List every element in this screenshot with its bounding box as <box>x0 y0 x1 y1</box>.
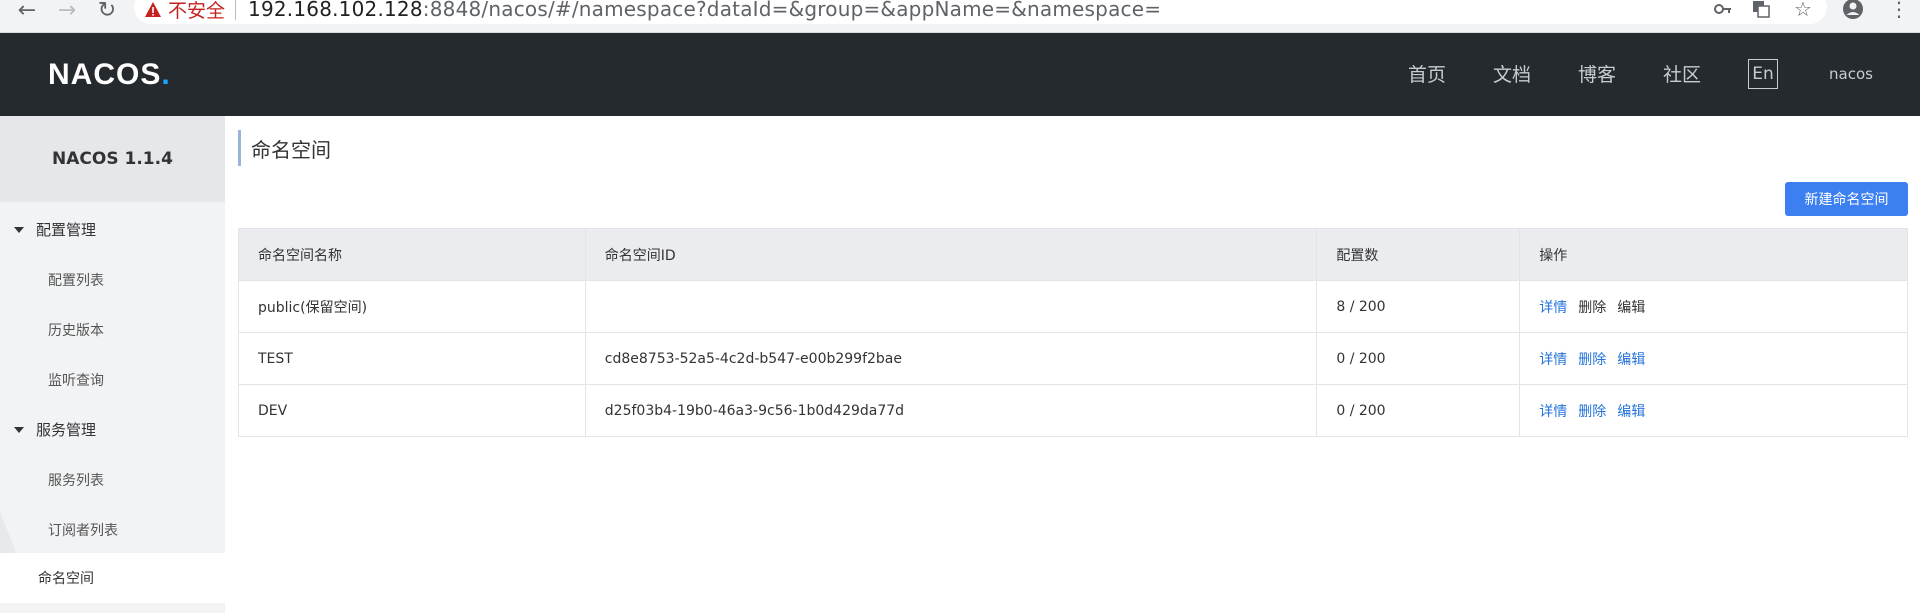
column-header: 命名空间名称 <box>238 228 586 281</box>
nav-community[interactable]: 社区 <box>1663 60 1701 87</box>
row-actions: 详情 删除 编辑 <box>1519 332 1908 385</box>
top-header <box>0 33 1920 116</box>
nacos-logo[interactable]: NACOS. <box>48 58 171 92</box>
column-header: 操作 <box>1519 228 1908 281</box>
column-header: 配置数 <box>1316 228 1521 281</box>
back-icon[interactable]: ← <box>12 0 42 22</box>
forward-icon[interactable]: → <box>52 0 82 22</box>
sidebar-group-label: 配置管理 <box>36 221 97 239</box>
config-count: 8 / 200 <box>1316 280 1521 333</box>
warning-icon <box>144 1 162 19</box>
delete-link[interactable]: 删除 <box>1578 352 1606 368</box>
delete-link[interactable]: 删除 <box>1578 404 1606 420</box>
url-text[interactable]: 192.168.102.128:8848/nacos/#/namespace?d… <box>248 0 1161 21</box>
nav-blog[interactable]: 博客 <box>1578 60 1616 87</box>
namespace-id <box>584 280 1318 333</box>
edit-link: 编辑 <box>1617 299 1646 316</box>
config-count: 0 / 200 <box>1316 332 1521 385</box>
detail-link[interactable]: 详情 <box>1539 404 1567 420</box>
key-icon[interactable] <box>1710 0 1736 20</box>
edit-link[interactable]: 编辑 <box>1617 352 1645 368</box>
browser-toolbar: ← → ↻ 不安全 192.168.102.128:8848/nacos/#/n… <box>0 0 1920 33</box>
table-row: TEST cd8e8753-52a5-4c2d-b547-e00b299f2ba… <box>238 332 1908 385</box>
reload-icon[interactable]: ↻ <box>92 0 122 22</box>
insecure-label: 不安全 <box>168 0 226 22</box>
sidebar: NACOS 1.1.4 配置管理 配置列表 历史版本 监听查询 服务管理 服务列… <box>0 116 225 613</box>
namespace-name: public(保留空间) <box>238 280 586 333</box>
detail-link[interactable]: 详情 <box>1539 352 1567 368</box>
edit-link[interactable]: 编辑 <box>1617 404 1645 420</box>
namespace-table: 命名空间名称 命名空间ID 配置数 操作 public(保留空间) 8 / 20… <box>238 228 1908 437</box>
sidebar-item-label: 命名空间 <box>38 571 94 587</box>
new-namespace-button[interactable]: 新建命名空间 <box>1785 182 1908 216</box>
language-toggle[interactable]: En <box>1748 59 1778 89</box>
sidebar-item-config-list[interactable]: 配置列表 <box>48 270 104 290</box>
column-header: 命名空间ID <box>584 228 1318 281</box>
config-count: 0 / 200 <box>1316 384 1521 437</box>
sidebar-item-history[interactable]: 历史版本 <box>48 320 104 340</box>
sidebar-group-label: 服务管理 <box>36 421 97 439</box>
address-bar[interactable]: 不安全 192.168.102.128:8848/nacos/#/namespa… <box>134 0 1827 24</box>
logo-text: NACOS <box>48 58 162 91</box>
table-header-row: 命名空间名称 命名空间ID 配置数 操作 <box>238 228 1908 281</box>
sidebar-item-subscribers[interactable]: 订阅者列表 <box>48 520 118 540</box>
namespace-id: d25f03b4-19b0-46a3-9c56-1b0d429da77d <box>584 384 1318 437</box>
namespace-name: DEV <box>238 384 586 437</box>
star-icon[interactable]: ☆ <box>1790 0 1816 21</box>
sidebar-item-listener[interactable]: 监听查询 <box>48 370 104 390</box>
namespace-name: TEST <box>238 332 586 385</box>
row-actions: 详情 删除 编辑 <box>1519 280 1908 333</box>
sidebar-group-config[interactable]: 配置管理 <box>14 219 96 240</box>
namespace-id: cd8e8753-52a5-4c2d-b547-e00b299f2bae <box>584 332 1318 385</box>
profile-icon[interactable] <box>1840 0 1866 20</box>
user-name[interactable]: nacos <box>1829 65 1873 83</box>
url-host: 192.168.102.128 <box>248 0 423 21</box>
logo-dot: . <box>161 58 171 91</box>
menu-icon[interactable]: ⋮ <box>1886 0 1912 21</box>
sidebar-title: NACOS 1.1.4 <box>0 116 225 202</box>
nav-home[interactable]: 首页 <box>1408 60 1446 87</box>
sidebar-item-namespace[interactable]: 命名空间 <box>0 553 225 603</box>
nav-docs[interactable]: 文档 <box>1493 60 1531 87</box>
url-path: :8848/nacos/#/namespace?dataId=&group=&a… <box>422 0 1162 21</box>
sidebar-group-service[interactable]: 服务管理 <box>14 419 96 440</box>
table-row: public(保留空间) 8 / 200 详情 删除 编辑 <box>238 280 1908 333</box>
caret-down-icon <box>14 226 24 233</box>
caret-down-icon <box>14 426 24 433</box>
detail-link[interactable]: 详情 <box>1539 300 1567 316</box>
page-title: 命名空间 <box>238 130 331 166</box>
sidebar-item-service-list[interactable]: 服务列表 <box>48 470 104 490</box>
translate-icon[interactable] <box>1748 0 1774 20</box>
address-divider <box>235 0 237 20</box>
delete-link: 删除 <box>1578 299 1607 316</box>
table-row: DEV d25f03b4-19b0-46a3-9c56-1b0d429da77d… <box>238 384 1908 437</box>
row-actions: 详情 删除 编辑 <box>1519 384 1908 437</box>
